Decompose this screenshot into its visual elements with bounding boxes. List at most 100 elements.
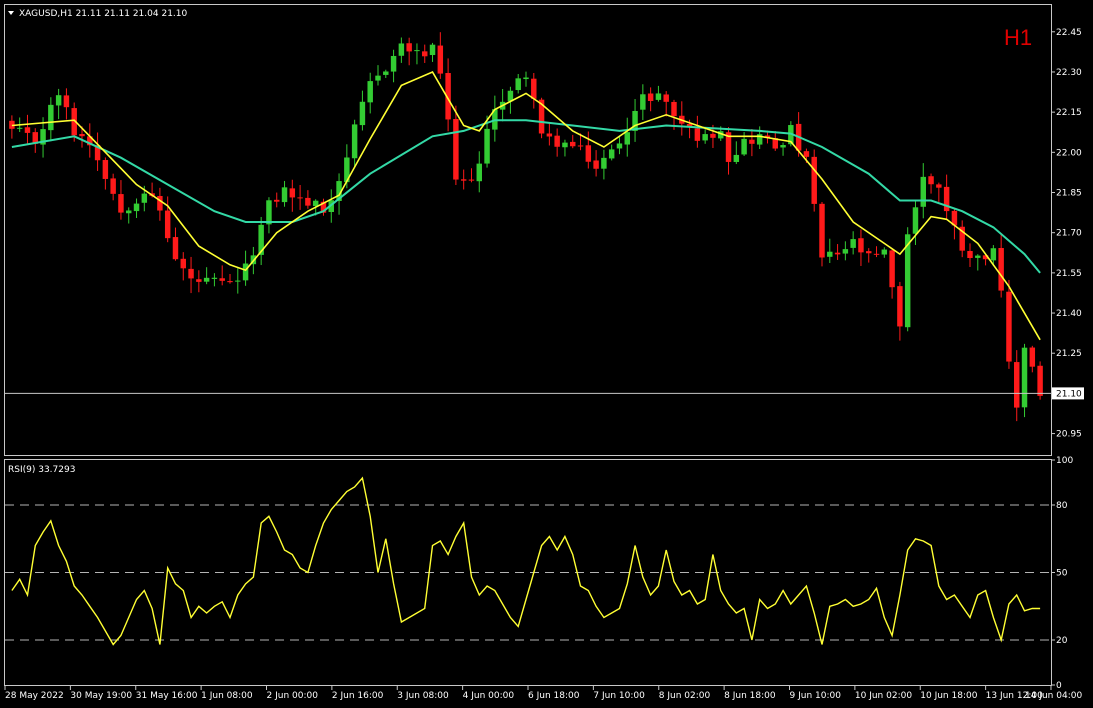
- candle-body: [889, 250, 895, 288]
- candle-body: [819, 203, 825, 258]
- candle-body: [897, 286, 903, 327]
- bull-candle: [1021, 343, 1028, 418]
- candle-body: [359, 101, 366, 126]
- candle-body: [647, 93, 654, 101]
- candle-body: [1006, 291, 1012, 362]
- candle-body: [390, 55, 397, 72]
- candle-body: [79, 134, 85, 137]
- bear-candle: [1006, 279, 1012, 369]
- time-tick-label: 14 Jun 04:00: [1025, 691, 1082, 701]
- candle-body: [133, 203, 140, 212]
- candle-body: [803, 151, 810, 157]
- candle-body: [577, 145, 584, 147]
- candle-body: [281, 187, 288, 203]
- time-tick-label: 1 Jun 08:00: [201, 691, 253, 701]
- price-tick-label: 22.00: [1056, 148, 1082, 158]
- price-tick-label: 21.85: [1056, 189, 1082, 199]
- time-tick-label: 2 Jun 16:00: [332, 691, 384, 701]
- candle-body: [593, 160, 599, 169]
- candle-body: [546, 133, 553, 137]
- candle-body: [998, 248, 1004, 291]
- time-tick-label: 3 Jun 08:00: [397, 691, 449, 701]
- price-tick-label: 22.45: [1056, 28, 1082, 38]
- candle-body: [110, 178, 116, 194]
- candle-body: [203, 277, 210, 282]
- candle-body: [219, 278, 225, 281]
- candle-body: [920, 176, 926, 207]
- candle-body: [1014, 362, 1020, 408]
- candle-body: [126, 210, 132, 214]
- candle-body: [375, 75, 381, 81]
- last-price-value: 21.10: [1056, 389, 1082, 399]
- candle-body: [554, 135, 560, 147]
- time-tick-label: 8 Jun 18:00: [724, 691, 776, 701]
- candle-body: [827, 251, 833, 257]
- candle-body: [297, 197, 303, 199]
- bear-candle: [1037, 361, 1043, 400]
- price-tick-label: 20.95: [1056, 430, 1082, 440]
- candle-body: [188, 268, 194, 279]
- time-tick-label: 8 Jun 02:00: [659, 691, 711, 701]
- candle-body: [780, 145, 786, 148]
- candle-body: [1037, 365, 1043, 396]
- price-tick-label: 21.25: [1056, 349, 1082, 359]
- candle-body: [936, 184, 942, 188]
- candle-body: [531, 78, 537, 99]
- candle-body: [562, 142, 568, 148]
- candle-body: [733, 154, 740, 162]
- symbol-info-label: XAGUSD,H1 21.11 21.11 21.04 21.10: [19, 9, 188, 19]
- candle-body: [811, 156, 817, 204]
- time-tick-label: 10 Jun 18:00: [920, 691, 977, 701]
- candle-body: [858, 238, 864, 253]
- candle-body: [749, 139, 755, 144]
- time-tick-label: 2 Jun 00:00: [267, 691, 319, 701]
- time-tick-label: 28 May 2022: [5, 691, 64, 701]
- rsi-tick-label: 0: [1056, 681, 1062, 691]
- candle-body: [274, 199, 280, 202]
- candle-body: [873, 253, 880, 255]
- candle-body: [102, 160, 109, 179]
- candle-body: [616, 143, 623, 149]
- rsi-tick-label: 20: [1056, 636, 1068, 646]
- rsi-tick-label: 50: [1056, 569, 1068, 579]
- candle-body: [663, 94, 669, 102]
- rsi-tick-label: 100: [1056, 456, 1073, 466]
- candle-body: [141, 193, 148, 203]
- price-tick-label: 22.30: [1056, 68, 1082, 78]
- candle-body: [211, 277, 218, 279]
- timeframe-label: H1: [1004, 25, 1032, 50]
- candle-body: [484, 128, 490, 164]
- candle-body: [63, 95, 70, 108]
- candle-body: [624, 132, 630, 145]
- candle-body: [227, 281, 233, 283]
- candle-body: [453, 118, 459, 180]
- candle-body: [289, 188, 296, 198]
- candle-body: [710, 133, 716, 138]
- price-tick-label: 21.70: [1056, 229, 1082, 239]
- candle-body: [694, 128, 701, 141]
- candle-body: [157, 196, 163, 211]
- candle-body: [406, 43, 412, 52]
- candle-body: [429, 44, 436, 56]
- candle-body: [881, 249, 888, 255]
- candle-body: [585, 145, 592, 162]
- candle-body: [523, 77, 529, 80]
- candle-body: [266, 200, 272, 225]
- candle-body: [912, 207, 919, 234]
- candle-body: [351, 124, 358, 159]
- time-tick-label: 10 Jun 02:00: [855, 691, 912, 701]
- candle-body: [196, 279, 202, 282]
- candle-body: [1029, 347, 1036, 367]
- time-tick-label: 7 Jun 10:00: [593, 691, 645, 701]
- candle-body: [834, 252, 841, 255]
- candle-body: [242, 263, 249, 281]
- candle-body: [164, 210, 171, 239]
- candle-body: [866, 251, 872, 254]
- price-tick-label: 21.40: [1056, 309, 1082, 319]
- time-tick-label: 31 May 16:00: [136, 691, 198, 701]
- time-tick-label: 9 Jun 10:00: [790, 691, 842, 701]
- candle-body: [608, 149, 615, 159]
- candle-body: [640, 94, 646, 110]
- candle-body: [383, 71, 389, 75]
- candle-body: [305, 197, 311, 206]
